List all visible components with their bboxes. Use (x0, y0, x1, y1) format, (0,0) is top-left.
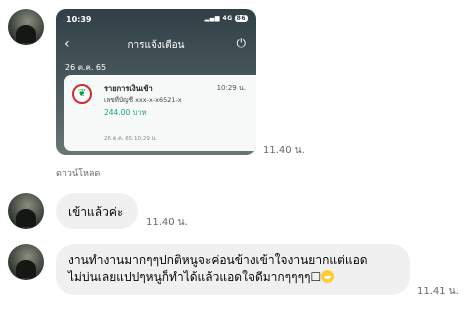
message-text-line: ไม่บ่นเลยแปปๆหนูก็ทำได้แล้วแอดใจดีมากๆๆๆ… (68, 269, 398, 286)
notification-title: การแจ้งเตือน (127, 40, 185, 51)
message-text-line: งานทำงานมากๆๆปกติหนูจะค่อนข้างเข้าใจงานย… (68, 253, 368, 267)
card-date: 26 ต.ค. 65 10:29 น. (104, 136, 158, 142)
message-bubble[interactable]: เข้าแล้วค่ะ (56, 193, 138, 229)
power-icon: ⏻ (236, 36, 247, 50)
notification-date: 26 ต.ค. 65 (65, 63, 107, 72)
battery-icon: 86 (234, 15, 248, 22)
shared-screenshot-image[interactable]: 10:39 ▂▄▆ 4G 86 ‹ การแจ้งเตือน ⏻ 26 ต.ค. … (56, 9, 256, 155)
bank-logo-icon: ❦ (72, 84, 92, 104)
message-timestamp: 11.40 น. (146, 217, 188, 228)
avatar[interactable] (8, 193, 44, 229)
message-timestamp: 11.41 น. (417, 286, 459, 297)
card-title: รายการเงินเข้า (104, 84, 153, 93)
avatar[interactable] (8, 244, 44, 280)
status-time: 10:39 (66, 15, 92, 24)
avatar[interactable] (8, 9, 44, 45)
deposit-notification-card: ❦ รายการเงินเข้า 10:29 น. เลขที่บัญชี xx… (64, 75, 256, 151)
card-account: เลขที่บัญชี xxx-x-x6521-x (104, 96, 182, 104)
card-amount: 244.00 บาท (104, 108, 147, 117)
grinning-emoji-icon (321, 270, 335, 283)
download-link[interactable]: ดาวน์โหลด (56, 166, 100, 180)
card-time: 10:29 น. (216, 84, 246, 92)
message-text: เข้าแล้วค่ะ (68, 205, 124, 219)
message-bubble[interactable]: งานทำงานมากๆๆปกติหนูจะค่อนข้างเข้าใจงานย… (56, 244, 410, 295)
phone-status-bar: 10:39 ▂▄▆ 4G 86 (56, 13, 256, 27)
signal-indicator: ▂▄▆ 4G 86 (204, 15, 248, 22)
message-timestamp: 11.40 น. (263, 145, 305, 156)
